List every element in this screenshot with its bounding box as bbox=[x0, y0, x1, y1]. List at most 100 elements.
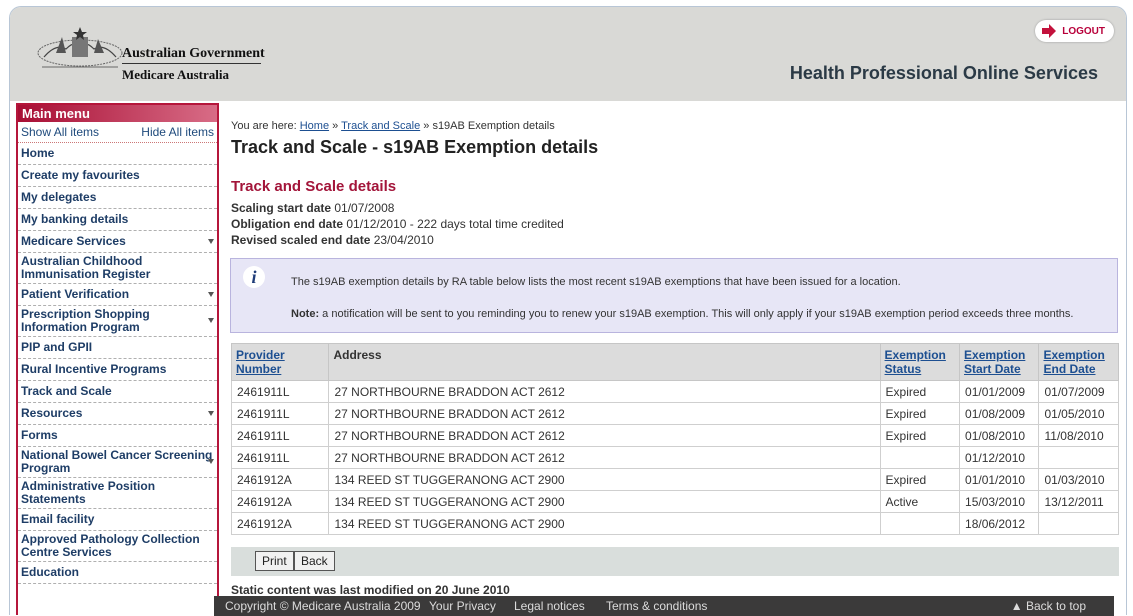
site-header: Australian Government Medicare Australia… bbox=[10, 7, 1126, 101]
table-row: 2461911L 27 NORTHBOURNE BRADDON ACT 2612 0… bbox=[230, 446, 1119, 469]
cell-end: 01/07/2009 bbox=[1038, 380, 1119, 403]
exemption-table: Provider Number Address Exemption Status… bbox=[230, 343, 1119, 535]
sidebar-item-prescription-shopping[interactable]: Prescription Shopping Information Progra… bbox=[18, 306, 217, 337]
breadcrumb-separator: » bbox=[423, 120, 430, 132]
sidebar-item-bowel-cancer[interactable]: National Bowel Cancer Screening Program bbox=[18, 447, 217, 478]
footer-copyright: Copyright © Medicare Australia 2009 bbox=[225, 599, 421, 613]
logout-button[interactable]: LOGOUT bbox=[1035, 20, 1114, 42]
cell-provider: 2461911L bbox=[230, 402, 330, 425]
info-text: The s19AB exemption details by RA table … bbox=[291, 276, 901, 288]
footer-privacy-link[interactable]: Your Privacy bbox=[429, 596, 496, 616]
sidebar-item-admin-position[interactable]: Administrative Position Statements bbox=[18, 478, 217, 509]
print-button[interactable]: Print bbox=[255, 551, 294, 571]
sidebar-item-resources[interactable]: Resources bbox=[18, 403, 217, 425]
column-header-status[interactable]: Exemption Status bbox=[879, 343, 961, 381]
service-title: Health Professional Online Services bbox=[789, 63, 1098, 83]
sidebar-item-pip-gpii[interactable]: PIP and GPII bbox=[18, 337, 217, 359]
table-header-row: Provider Number Address Exemption Status… bbox=[230, 343, 1119, 381]
sidebar-item-medicare-services[interactable]: Medicare Services bbox=[18, 231, 217, 253]
chevron-down-icon[interactable] bbox=[208, 318, 214, 323]
sidebar-item-rural-incentive[interactable]: Rural Incentive Programs bbox=[18, 359, 217, 381]
chevron-down-icon[interactable] bbox=[208, 291, 214, 297]
chevron-down-icon[interactable] bbox=[208, 459, 214, 464]
sidebar-item-create-favourites[interactable]: Create my favourites bbox=[18, 165, 217, 187]
column-header-start[interactable]: Exemption Start Date bbox=[959, 343, 1040, 381]
sidebar-item-my-delegates[interactable]: My delegates bbox=[18, 187, 217, 209]
cell-address: 134 REED ST TUGGERANONG ACT 2900 bbox=[328, 490, 881, 513]
sidebar-item-label: Resources bbox=[21, 406, 83, 420]
sort-link[interactable]: Exemption Status bbox=[885, 348, 946, 376]
breadcrumb: You are here: Home » Track and Scale » s… bbox=[231, 120, 555, 132]
last-modified-text: Static content was last modified on 20 J… bbox=[231, 583, 510, 597]
show-all-link[interactable]: Show All items bbox=[21, 122, 99, 142]
cell-start: 15/03/2010 bbox=[959, 490, 1040, 513]
obligation-end-row: Obligation end date 01/12/2010 - 222 day… bbox=[231, 217, 564, 231]
sidebar-item-email-facility[interactable]: Email facility bbox=[18, 509, 217, 531]
footer-terms-link[interactable]: Terms & conditions bbox=[606, 596, 707, 616]
sidebar-item-track-and-scale[interactable]: Track and Scale bbox=[18, 381, 217, 403]
chevron-down-icon[interactable] bbox=[208, 238, 214, 244]
main-menu-title: Main menu bbox=[18, 105, 217, 122]
government-name: Australian Government bbox=[122, 46, 265, 61]
section-title: Track and Scale details bbox=[231, 178, 397, 195]
sidebar-item-pathology[interactable]: Approved Pathology Collection Centre Ser… bbox=[18, 531, 217, 562]
sidebar-item-label: Patient Verification bbox=[21, 287, 130, 301]
cell-start: 01/08/2010 bbox=[959, 424, 1040, 447]
cell-start: 01/01/2009 bbox=[959, 380, 1040, 403]
cell-provider: 2461911L bbox=[230, 380, 330, 403]
sidebar-item-home[interactable]: Home bbox=[18, 143, 217, 165]
cell-status: Expired bbox=[879, 468, 961, 491]
sort-link[interactable]: Exemption End Date bbox=[1043, 348, 1104, 376]
cell-status: Expired bbox=[879, 380, 961, 403]
cell-status: Active bbox=[879, 490, 961, 513]
cell-start: 01/08/2009 bbox=[959, 402, 1040, 425]
back-button[interactable]: Back bbox=[294, 551, 335, 571]
cell-status: Expired bbox=[879, 402, 961, 425]
cell-end: 13/12/2011 bbox=[1038, 490, 1119, 513]
cell-address: 134 REED ST TUGGERANONG ACT 2900 bbox=[328, 512, 881, 535]
site-footer: Copyright © Medicare Australia 2009 Your… bbox=[214, 596, 1114, 616]
table-row: 2461912A 134 REED ST TUGGERANONG ACT 2900… bbox=[230, 512, 1119, 535]
sort-link[interactable]: Provider Number bbox=[236, 348, 285, 376]
sidebar-item-banking-details[interactable]: My banking details bbox=[18, 209, 217, 231]
cell-provider: 2461911L bbox=[230, 446, 330, 469]
show-hide-bar: Show All items Hide All items bbox=[18, 122, 217, 143]
sidebar-item-patient-verification[interactable]: Patient Verification bbox=[18, 284, 217, 306]
scaling-start-value: 01/07/2008 bbox=[334, 201, 395, 215]
cell-status: Expired bbox=[879, 424, 961, 447]
cell-start: 01/12/2010 bbox=[959, 446, 1040, 469]
cell-status bbox=[879, 446, 961, 469]
hide-all-link[interactable]: Hide All items bbox=[141, 122, 214, 142]
breadcrumb-separator: » bbox=[332, 120, 339, 132]
revised-end-row: Revised scaled end date 23/04/2010 bbox=[231, 233, 434, 247]
chevron-down-icon[interactable] bbox=[208, 410, 214, 416]
info-box: i The s19AB exemption details by RA tabl… bbox=[230, 258, 1118, 333]
divider bbox=[122, 63, 261, 64]
footer-legal-link[interactable]: Legal notices bbox=[514, 596, 585, 616]
cell-provider: 2461912A bbox=[230, 512, 330, 535]
sidebar-item-acir[interactable]: Australian Childhood Immunisation Regist… bbox=[18, 253, 217, 284]
breadcrumb-home-link[interactable]: Home bbox=[300, 120, 329, 132]
sidebar-item-label: Medicare Services bbox=[21, 234, 126, 248]
page-title: Track and Scale - s19AB Exemption detail… bbox=[231, 137, 599, 157]
revised-end-value: 23/04/2010 bbox=[373, 233, 434, 247]
column-header-provider[interactable]: Provider Number bbox=[230, 343, 330, 381]
cell-start: 18/06/2012 bbox=[959, 512, 1040, 535]
sort-link[interactable]: Exemption Start Date bbox=[964, 348, 1025, 376]
note-text: a notification will be sent to you remin… bbox=[322, 308, 1074, 320]
logout-label: LOGOUT bbox=[1062, 25, 1105, 37]
breadcrumb-track-link[interactable]: Track and Scale bbox=[341, 120, 420, 132]
revised-end-label: Revised scaled end date bbox=[231, 233, 371, 247]
column-header-end[interactable]: Exemption End Date bbox=[1038, 343, 1119, 381]
agency-name: Medicare Australia bbox=[122, 67, 229, 82]
main-content: You are here: Home » Track and Scale » s… bbox=[224, 103, 1122, 615]
back-to-top-link[interactable]: ▲ Back to top bbox=[1011, 596, 1086, 616]
column-header-address: Address bbox=[328, 343, 881, 381]
sidebar-item-education[interactable]: Education bbox=[18, 562, 217, 584]
cell-status bbox=[879, 512, 961, 535]
scaling-start-label: Scaling start date bbox=[231, 201, 332, 215]
cell-end bbox=[1038, 446, 1119, 469]
cell-address: 27 NORTHBOURNE BRADDON ACT 2612 bbox=[328, 380, 881, 403]
sidebar-item-forms[interactable]: Forms bbox=[18, 425, 217, 447]
table-row: 2461911L 27 NORTHBOURNE BRADDON ACT 2612 E… bbox=[230, 402, 1119, 425]
